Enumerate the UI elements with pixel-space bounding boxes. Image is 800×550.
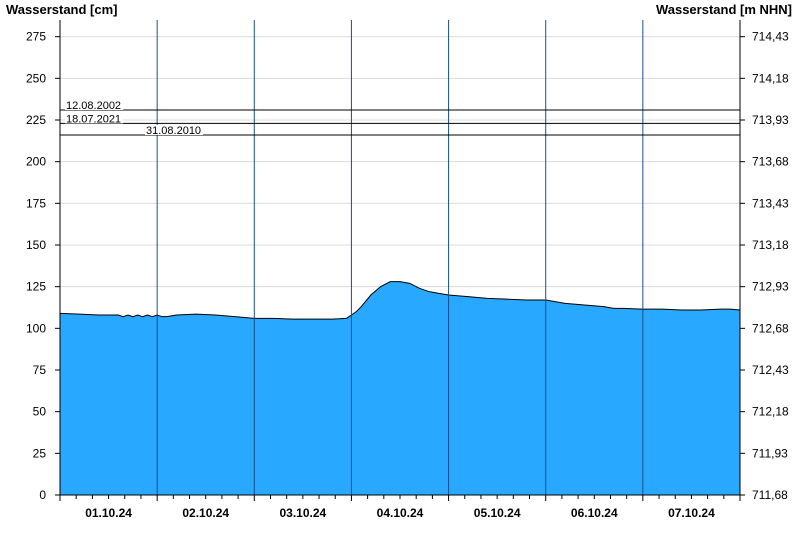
right-axis-title: Wasserstand [m NHN] bbox=[656, 2, 792, 17]
x-tick-label: 07.10.24 bbox=[668, 506, 715, 520]
left-tick-label: 100 bbox=[26, 321, 46, 335]
left-axis-ticks: 0 25 50 75 100 125 150 175 200 225 250 275 bbox=[26, 30, 60, 502]
right-tick-label: 711,93 bbox=[752, 446, 788, 460]
left-tick-label: 200 bbox=[26, 155, 46, 169]
left-tick-label: 25 bbox=[33, 446, 47, 460]
left-tick-label: 0 bbox=[39, 488, 46, 502]
reference-label: 12.08.2002 bbox=[66, 100, 121, 112]
right-axis-ticks: 711,68 711,93 712,18 712,43 712,68 712,93 713,… bbox=[740, 30, 789, 502]
left-tick-label: 150 bbox=[26, 238, 46, 252]
x-tick-label: 04.10.24 bbox=[377, 506, 424, 520]
x-tick-label: 01.10.24 bbox=[85, 506, 132, 520]
right-tick-label: 714,18 bbox=[752, 71, 789, 85]
x-axis-ticks: 01.10.24 02.10.24 03.10.24 04.10.24 05.10.24… bbox=[59, 495, 741, 520]
right-tick-label: 713,93 bbox=[752, 113, 789, 127]
right-tick-label: 712,93 bbox=[752, 280, 789, 294]
right-tick-label: 712,18 bbox=[752, 405, 789, 419]
left-axis-title: Wasserstand [cm] bbox=[6, 2, 118, 17]
water-level-chart: Wasserstand [cm] Wasserstand [m NHN] 12.… bbox=[6, 2, 792, 520]
right-tick-label: 713,68 bbox=[752, 155, 789, 169]
right-tick-label: 712,68 bbox=[752, 321, 789, 335]
left-tick-label: 225 bbox=[26, 113, 46, 127]
right-tick-label: 711,68 bbox=[752, 488, 788, 502]
left-tick-label: 175 bbox=[26, 196, 46, 210]
left-tick-label: 50 bbox=[33, 405, 47, 419]
series-area-layer bbox=[59, 281, 741, 495]
left-tick-label: 250 bbox=[26, 71, 46, 85]
right-tick-label: 714,43 bbox=[752, 30, 789, 44]
reference-label: 18.07.2021 bbox=[66, 113, 121, 125]
right-tick-label: 713,18 bbox=[752, 238, 789, 252]
reference-lines: 12.08.200218.07.2021 31.08.2010 bbox=[60, 100, 740, 137]
left-tick-label: 275 bbox=[26, 30, 46, 44]
right-tick-label: 713,43 bbox=[752, 196, 789, 210]
x-tick-label: 05.10.24 bbox=[474, 506, 521, 520]
left-tick-label: 75 bbox=[33, 363, 47, 377]
x-tick-label: 03.10.24 bbox=[279, 506, 326, 520]
reference-label: 31.08.2010 bbox=[146, 125, 201, 137]
right-tick-label: 712,43 bbox=[752, 363, 789, 377]
x-tick-label: 06.10.24 bbox=[571, 506, 618, 520]
left-tick-label: 125 bbox=[26, 280, 46, 294]
water-level-area bbox=[60, 281, 740, 495]
x-tick-label: 02.10.24 bbox=[182, 506, 229, 520]
